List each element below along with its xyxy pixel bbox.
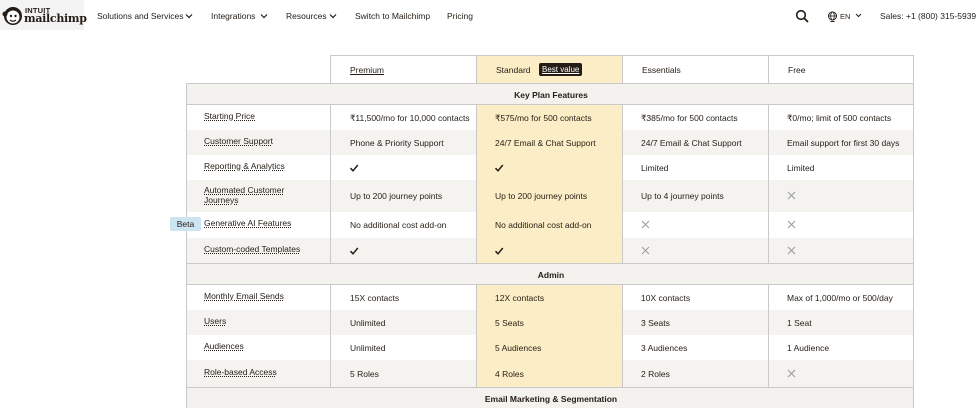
mailchimp-logo[interactable]: INTUIT mailchimp — [0, 0, 87, 30]
plan-cell-value: Up to 200 journey points — [350, 191, 443, 201]
plan-name-free: Free — [788, 65, 806, 75]
plan-cell-value: ₹0/mo; limit of 500 contacts — [787, 113, 892, 123]
feature-label[interactable]: Customer Support — [204, 136, 309, 146]
section-title: Admin — [537, 270, 565, 280]
chevron-down-icon — [329, 14, 337, 19]
beta-badge: Beta — [170, 217, 201, 231]
table-row: Generative AI Features No additional cost… — [186, 212, 914, 238]
plan-cell-value: 24/7 Email & Chat Support — [495, 138, 596, 148]
nav-switch-to-mailchimp[interactable]: Switch to Mailchimp — [355, 11, 430, 21]
feature-label[interactable]: Role-based Access — [204, 367, 309, 377]
plan-cell-value: 5 Roles — [350, 369, 379, 379]
chevron-down-icon — [260, 14, 268, 19]
feature-label[interactable]: Custom-coded Templates — [204, 244, 309, 254]
sales-phone-link[interactable]: Sales: +1 (800) 315-5939 — [880, 11, 976, 21]
nav-integrations[interactable]: Integrations — [211, 11, 255, 21]
plan-cell-value: 24/7 Email & Chat Support — [641, 138, 742, 148]
nav-resources[interactable]: Resources — [286, 11, 327, 21]
plan-header-premium: Premium — [330, 55, 476, 83]
plan-cell-value: 3 Seats — [641, 318, 670, 328]
table-row: Automated Customer Journeys Up to 200 jou… — [186, 180, 914, 212]
table-row: Custom-coded Templates — [186, 238, 914, 263]
plan-cell-value: Unlimited — [350, 318, 386, 328]
plan-cell-value: 15X contacts — [350, 293, 400, 303]
not-included-x-icon — [787, 246, 796, 255]
plan-cell-value: 2 Roles — [641, 369, 670, 379]
plan-name-standard: Standard — [496, 65, 531, 75]
table-row: Role-based Access 5 Roles 4 Roles 2 Roles — [186, 360, 914, 387]
section-header: Email Marketing & Segmentation — [186, 387, 914, 408]
not-included-x-icon — [641, 246, 650, 255]
feature-label[interactable]: Reporting & Analytics — [204, 161, 309, 171]
globe-icon[interactable] — [827, 11, 838, 22]
plan-cell-value: 1 Audience — [787, 343, 830, 353]
plan-cell-value: Phone & Priority Support — [350, 138, 444, 148]
plan-cell-value: ₹575/mo for 500 contacts — [495, 113, 592, 123]
plan-cell-value: ₹11,500/mo for 10,000 contacts — [350, 113, 470, 123]
table-row: Starting Price ₹11,500/mo for 10,000 cont… — [186, 105, 914, 130]
plan-header-free: Free — [768, 55, 914, 83]
feature-label[interactable]: Automated Customer Journeys — [204, 185, 309, 205]
section-header: Admin — [186, 263, 914, 285]
checkmark-icon — [494, 164, 504, 172]
freddie-chimp-logo-icon — [2, 7, 22, 25]
not-included-x-icon — [787, 220, 796, 229]
mailchimp-wordmark: mailchimp — [24, 12, 87, 25]
plan-header-essentials: Essentials — [622, 55, 768, 83]
feature-label[interactable]: Starting Price — [204, 111, 309, 121]
plan-cell-value: Unlimited — [350, 343, 386, 353]
plan-cell-value: Limited — [641, 163, 669, 173]
plan-cell-value: 5 Audiences — [495, 343, 542, 353]
feature-label[interactable]: Audiences — [204, 341, 309, 351]
plan-cell-value: Up to 200 journey points — [495, 191, 588, 201]
plan-name-premium[interactable]: Premium — [350, 65, 384, 75]
not-included-x-icon — [787, 191, 796, 200]
feature-label[interactable]: Users — [204, 316, 309, 326]
section-title: Key Plan Features — [514, 90, 588, 100]
plan-cell-value: 12X contacts — [495, 293, 545, 303]
best-value-badge: Best value — [539, 63, 583, 76]
plan-cell-value: 10X contacts — [641, 293, 691, 303]
plan-comparison-table: Premium Standard Best value Essentials F… — [186, 55, 914, 408]
table-row: Audiences Unlimited 5 Audiences 3 Audiences… — [186, 335, 914, 360]
feature-label[interactable]: Monthly Email Sends — [204, 291, 309, 301]
table-row: Users Unlimited 5 Seats 3 Seats 1 Seat — [186, 310, 914, 335]
plan-cell-value: Limited — [787, 163, 815, 173]
not-included-x-icon — [787, 369, 796, 378]
table-row: Reporting & Analytics Limited Limited — [186, 155, 914, 180]
plan-cell-value: No additional cost add-on — [350, 220, 447, 230]
feature-label[interactable]: Generative AI Features — [204, 218, 309, 228]
checkmark-icon — [494, 247, 504, 255]
table-row: Customer Support Phone & Priority Support… — [186, 130, 914, 155]
language-selector[interactable]: EN — [840, 12, 850, 21]
search-icon[interactable] — [795, 9, 809, 23]
top-navigation: INTUIT mailchimp Solutions and Services … — [0, 0, 980, 34]
plan-cell-value: Max of 1,000/mo or 500/day — [787, 293, 893, 303]
not-included-x-icon — [641, 220, 650, 229]
checkmark-icon — [349, 164, 359, 172]
checkmark-icon — [349, 247, 359, 255]
table-row: Monthly Email Sends 15X contacts 12X conta… — [186, 285, 914, 310]
plan-cell-value: 4 Roles — [495, 369, 524, 379]
plan-cell-value: Email support for first 30 days — [787, 138, 900, 148]
section-title: Email Marketing & Segmentation — [484, 394, 618, 404]
plan-header-standard: Standard Best value — [476, 55, 622, 83]
plan-cell-value: 3 Audiences — [641, 343, 688, 353]
plan-cell-value: ₹385/mo for 500 contacts — [641, 113, 738, 123]
chevron-down-icon — [185, 14, 193, 19]
chevron-down-icon — [855, 13, 862, 18]
plan-cell-value: 5 Seats — [495, 318, 524, 328]
nav-solutions-and-services[interactable]: Solutions and Services — [97, 11, 183, 21]
nav-pricing[interactable]: Pricing — [447, 11, 473, 21]
plan-cell-value: No additional cost add-on — [495, 220, 592, 230]
plan-cell-value: 1 Seat — [787, 318, 812, 328]
plan-cell-value: Up to 4 journey points — [641, 191, 724, 201]
section-header: Key Plan Features — [186, 83, 914, 105]
plan-name-essentials: Essentials — [642, 65, 681, 75]
